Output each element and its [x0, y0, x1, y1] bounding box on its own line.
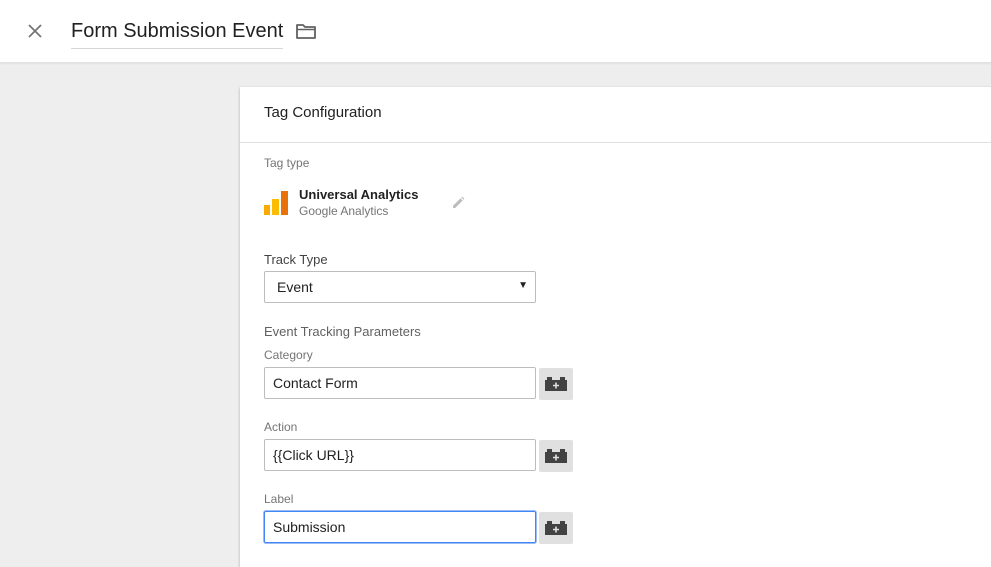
- event-tracking-parameters-heading: Event Tracking Parameters: [264, 324, 421, 339]
- label-value: Submission: [273, 519, 346, 535]
- variable-picker-icon: [545, 449, 567, 463]
- folder-button[interactable]: [295, 21, 317, 41]
- top-bar: Form Submission Event: [0, 0, 991, 63]
- variable-picker-icon: [545, 521, 567, 535]
- action-input[interactable]: {{Click URL}}: [264, 439, 536, 471]
- tag-type-name: Universal Analytics: [299, 187, 419, 202]
- tag-type-provider: Google Analytics: [299, 204, 389, 218]
- track-type-value: Event: [277, 279, 313, 295]
- label-field-label: Label: [264, 492, 294, 506]
- page-title: Form Submission Event: [71, 20, 284, 42]
- category-variable-button[interactable]: [539, 368, 573, 400]
- variable-picker-icon: [545, 377, 567, 391]
- tag-configuration-card: Tag Configuration Tag type Universal Ana…: [240, 87, 991, 567]
- close-button[interactable]: [22, 18, 48, 44]
- action-value: {{Click URL}}: [273, 447, 354, 463]
- close-icon: [28, 24, 42, 38]
- category-input[interactable]: Contact Form: [264, 367, 536, 399]
- action-label: Action: [264, 420, 298, 434]
- pencil-icon: [453, 196, 465, 208]
- google-analytics-logo-icon: [264, 191, 288, 215]
- card-header: Tag Configuration: [240, 87, 991, 143]
- action-variable-button[interactable]: [539, 440, 573, 472]
- tag-type-label: Tag type: [264, 156, 310, 170]
- folder-icon: [296, 24, 316, 39]
- dropdown-arrow-icon: ▼: [518, 280, 528, 291]
- category-value: Contact Form: [273, 375, 358, 391]
- tag-name-field[interactable]: Form Submission Event: [71, 14, 284, 49]
- category-label: Category: [264, 348, 313, 362]
- card-title: Tag Configuration: [264, 104, 382, 121]
- label-variable-button[interactable]: [539, 512, 573, 544]
- label-input[interactable]: Submission: [264, 511, 536, 543]
- track-type-label: Track Type: [264, 252, 328, 267]
- track-type-select[interactable]: Event ▼: [264, 271, 536, 303]
- edit-tag-type-button[interactable]: [450, 195, 466, 211]
